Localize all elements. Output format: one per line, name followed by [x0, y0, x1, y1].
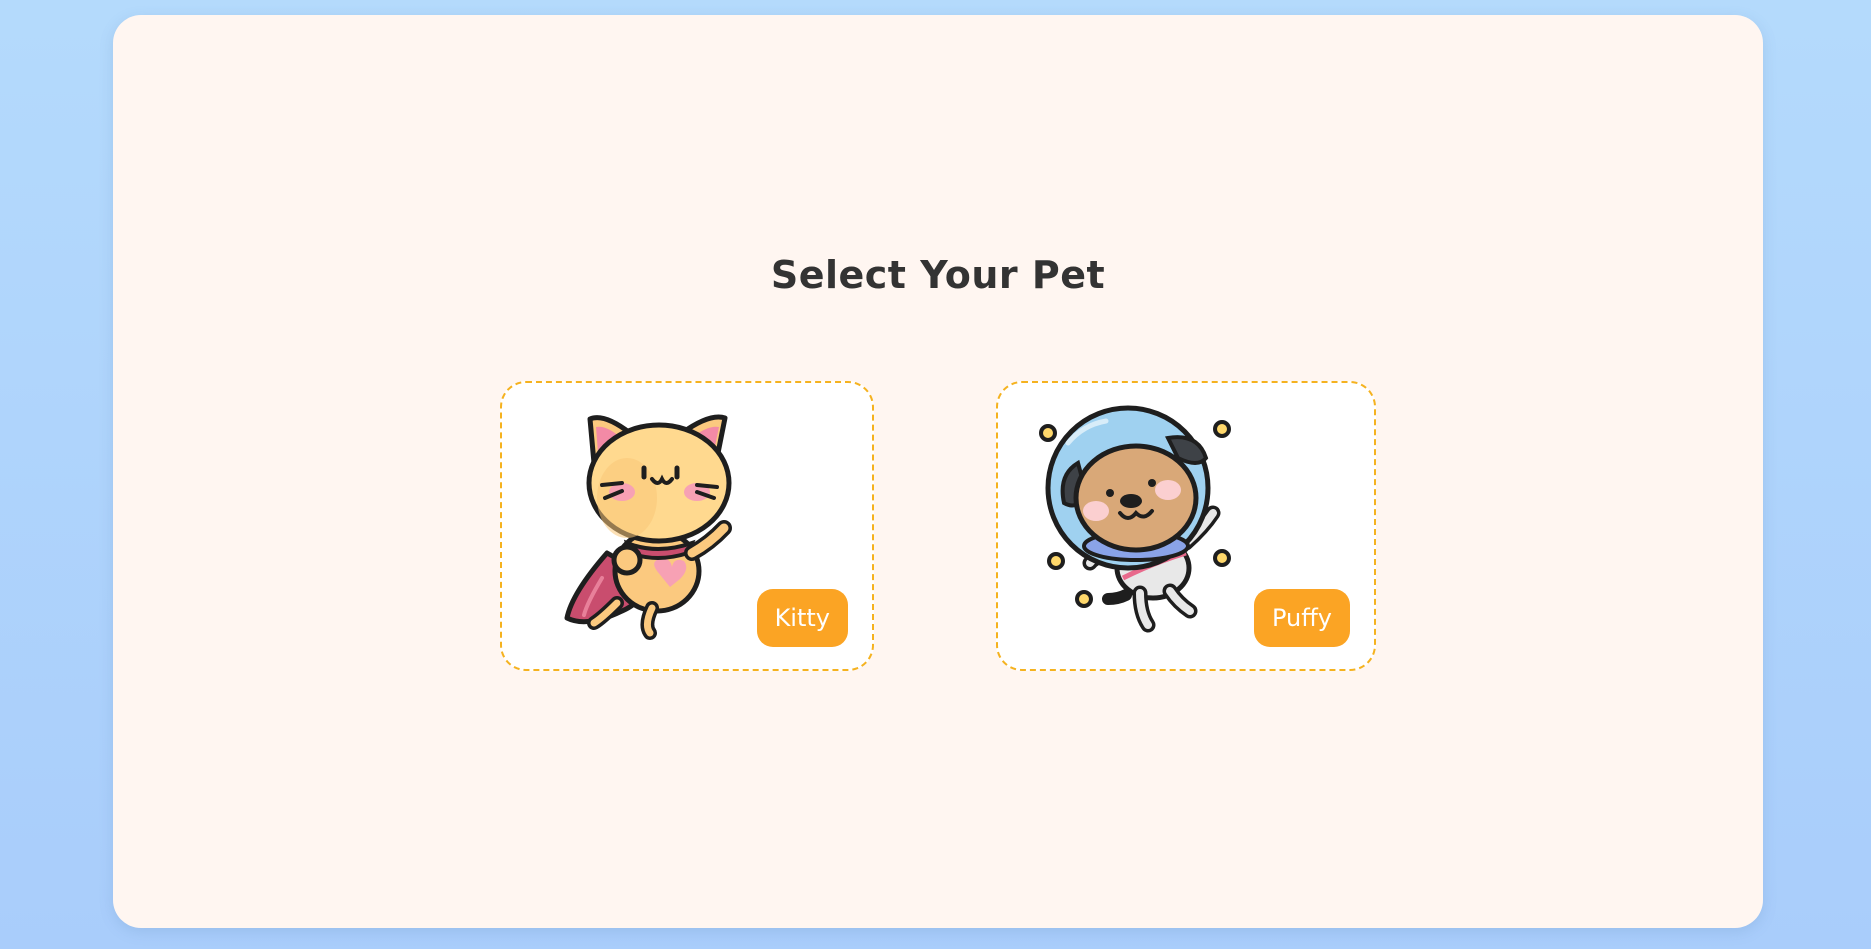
astronaut-dog-icon	[1039, 405, 1231, 633]
superhero-cat-icon	[564, 414, 732, 640]
pet-card-kitty[interactable]: Kitty	[500, 381, 874, 671]
page-title: Select Your Pet	[770, 253, 1106, 297]
puffy-select-button[interactable]: Puffy	[1254, 589, 1350, 647]
pet-selection-panel: Select Your Pet Kitty Puffy	[113, 15, 1763, 928]
pet-card-puffy[interactable]: Puffy	[996, 381, 1376, 671]
kitty-select-button[interactable]: Kitty	[756, 589, 848, 647]
